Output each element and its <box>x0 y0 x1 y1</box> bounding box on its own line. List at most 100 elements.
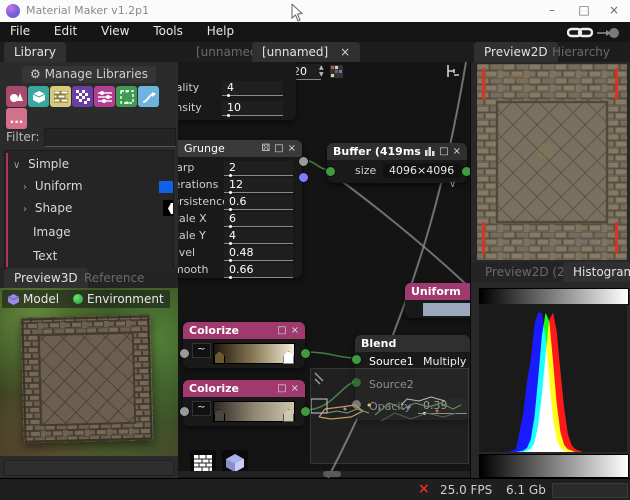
menu-edit[interactable]: Edit <box>44 22 87 40</box>
close-x-icon[interactable]: × <box>291 380 299 397</box>
node-colorize1-titlebar[interactable]: Colorize □ × <box>183 322 305 339</box>
param-field[interactable]: 2 <box>224 161 293 176</box>
tree-item-shape[interactable]: › Shape <box>5 197 174 219</box>
grunge-output-port-gray[interactable] <box>298 156 309 167</box>
category-curve-button[interactable] <box>138 86 159 107</box>
category-filters-button[interactable] <box>94 86 115 107</box>
minimize-button[interactable]: – <box>538 0 566 22</box>
category-pattern-button[interactable] <box>50 86 71 107</box>
node-buffer[interactable]: Buffer (419ms) □ × size 4096×4096 ∨ <box>327 143 467 183</box>
pixels-icon[interactable] <box>330 65 343 78</box>
preview-rect-icon[interactable]: □ <box>277 380 286 397</box>
param-field[interactable]: 4 <box>224 229 293 244</box>
param-field[interactable]: 0.66 <box>224 263 293 278</box>
preview2d-viewport[interactable] <box>477 64 627 260</box>
tab-library[interactable]: Library <box>4 42 66 62</box>
menubar: File Edit View Tools Help <box>0 22 630 42</box>
preview3d-viewport[interactable]: Model Environment <box>0 288 178 456</box>
node-colorize2-titlebar[interactable]: Colorize □ × <box>183 380 305 397</box>
tab-hierarchy[interactable]: Hierarchy <box>542 42 620 62</box>
buffer-output-port[interactable] <box>461 166 470 177</box>
link-icon[interactable] <box>567 26 593 39</box>
expander-right-icon[interactable]: › <box>23 204 27 215</box>
param-field[interactable]: 4 <box>222 81 283 96</box>
blend-source1-port[interactable] <box>351 354 362 365</box>
uniform-color-swatch[interactable] <box>423 303 470 316</box>
node-graph-editor[interactable]: th − cal 1 0.5 # 20 ▲▼ Quality 4 Density… <box>178 62 470 478</box>
gradient-editor-2[interactable] <box>213 401 295 422</box>
category-shapes-button[interactable] <box>6 86 27 107</box>
tree-item-simple[interactable]: ∨ Simple <box>5 153 174 175</box>
category-noise-button[interactable] <box>72 86 93 107</box>
tab-close-icon[interactable]: × <box>340 45 350 59</box>
menu-tools[interactable]: Tools <box>143 22 193 40</box>
tab-reference[interactable]: Reference <box>74 268 154 288</box>
node-colorize-2[interactable]: Colorize □ × ~ <box>183 380 305 426</box>
graph-hscrollbar[interactable] <box>178 471 470 477</box>
category-3d-button[interactable] <box>28 86 49 107</box>
param-label: Density <box>178 100 202 115</box>
param-field[interactable]: 12 <box>224 178 293 193</box>
filter-input[interactable] <box>44 128 176 147</box>
tab-histogram[interactable]: Histogram <box>563 262 630 282</box>
colorize2-input-port[interactable] <box>179 406 190 417</box>
error-x-icon[interactable]: × <box>418 481 430 497</box>
param-field[interactable]: 10 <box>222 101 283 116</box>
node-buffer-titlebar[interactable]: Buffer (419ms) □ × <box>327 143 467 160</box>
node-grunge[interactable]: Grunge ⚄ □ × Warp 2 Iterations 12 Persis… <box>178 140 302 278</box>
colorize1-output-port[interactable] <box>300 348 311 359</box>
graph-minimap[interactable] <box>310 368 469 464</box>
expander-right-icon[interactable]: › <box>23 182 27 193</box>
gradient-curve-button[interactable]: ~ <box>192 401 211 416</box>
close-x-icon[interactable]: × <box>453 143 461 160</box>
node-uniform-titlebar[interactable]: Uniform □ <box>405 283 470 300</box>
node-uniform[interactable]: Uniform □ <box>405 283 470 318</box>
spinner-arrows-icon[interactable]: ▲▼ <box>319 64 324 78</box>
param-field[interactable]: 6 <box>224 212 293 227</box>
node-blend-titlebar[interactable]: Blend <box>355 335 470 352</box>
dice-random-seed-icon[interactable]: ⚄ <box>261 140 270 157</box>
close-x-icon[interactable]: × <box>291 322 299 339</box>
close-button[interactable]: × <box>600 0 628 22</box>
gradient-cursor-right[interactable] <box>283 351 294 364</box>
gradient-cursor-right[interactable] <box>283 409 294 422</box>
environment-button[interactable]: Environment <box>73 292 164 306</box>
maximize-button[interactable]: □ <box>570 0 598 22</box>
model-button[interactable]: Model <box>8 292 59 306</box>
menu-view[interactable]: View <box>91 22 139 40</box>
tab-graph-unnamed-2[interactable]: [unnamed] × <box>252 42 360 62</box>
tree-label: Uniform <box>35 179 83 193</box>
close-x-icon[interactable]: × <box>288 140 296 157</box>
gradient-curve-button[interactable]: ~ <box>192 343 211 358</box>
graph-hscrollbar-thumb[interactable] <box>323 471 341 477</box>
colorize1-input-port[interactable] <box>179 348 190 359</box>
gradient-cursor-left[interactable] <box>214 351 225 364</box>
node-partial[interactable]: Quality 4 Density 10 <box>178 62 296 120</box>
category-more-button[interactable]: ... <box>6 108 27 129</box>
buffer-input-port[interactable] <box>325 166 336 177</box>
minimap-resize-handle[interactable] <box>315 373 323 384</box>
gradient-cursor-left[interactable] <box>214 409 225 422</box>
manage-libraries-button[interactable]: ⚙ Manage Libraries <box>22 66 156 83</box>
category-transform-button[interactable] <box>116 86 137 107</box>
preview-rect-icon[interactable]: □ <box>274 140 283 157</box>
blend-mode-dropdown[interactable]: Multiply <box>418 354 470 369</box>
preview-rect-icon[interactable]: □ <box>439 143 448 160</box>
gradient-editor-1[interactable] <box>213 343 295 364</box>
grunge-output-port-purple[interactable] <box>298 172 309 183</box>
param-field[interactable]: 0.48 <box>224 246 293 261</box>
param-field[interactable]: 0.6 <box>224 195 293 210</box>
arrow-to-node-icon[interactable] <box>597 27 619 39</box>
node-grunge-titlebar[interactable]: Grunge ⚄ □ × <box>178 140 302 157</box>
menu-help[interactable]: Help <box>197 22 244 40</box>
buffer-size-dropdown[interactable]: 4096×4096 ∨ <box>383 163 461 178</box>
menu-file[interactable]: File <box>0 22 40 40</box>
node-colorize-1[interactable]: Colorize □ × ~ <box>183 322 305 368</box>
tree-item-image[interactable]: Image m <box>5 221 174 243</box>
tree-item-text[interactable]: Text Text <box>5 245 174 267</box>
hierarchy-icon[interactable] <box>446 64 461 78</box>
titlebar[interactable]: Material Maker v1.2p1 – □ × <box>0 0 630 23</box>
preview-rect-icon[interactable]: □ <box>277 322 286 339</box>
expander-down-icon[interactable]: ∨ <box>13 160 20 171</box>
tree-item-uniform[interactable]: › Uniform <box>5 175 174 197</box>
